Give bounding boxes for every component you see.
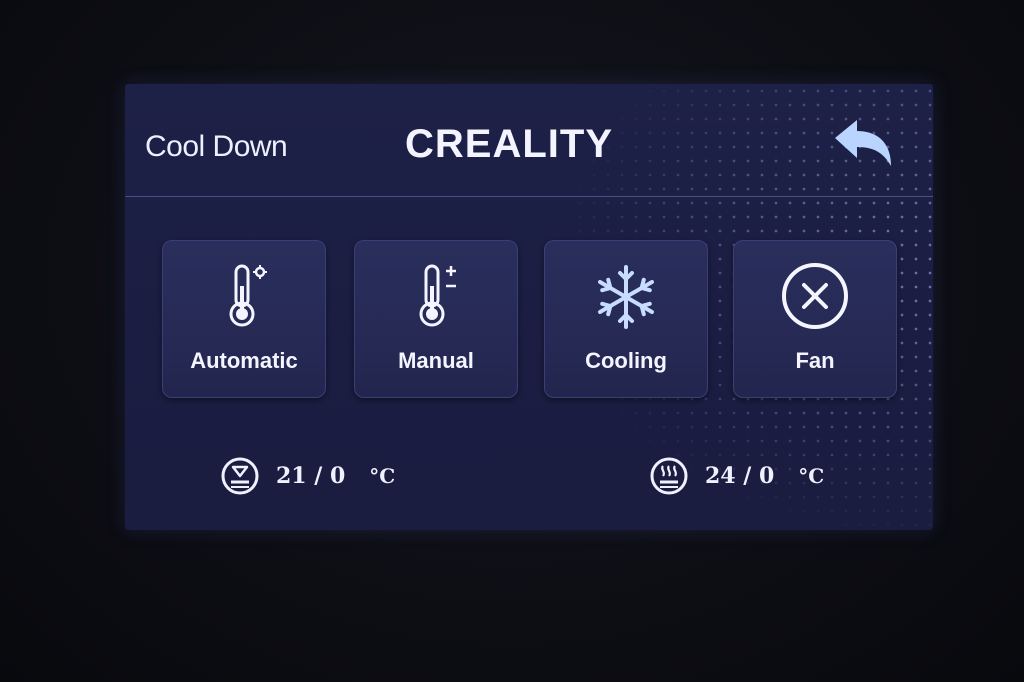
bed-temperature-value: 21 / 0 (276, 463, 346, 489)
cooling-label: Cooling (585, 348, 667, 373)
bed-temperature-icon (221, 457, 259, 495)
fan-button[interactable]: Fan (733, 240, 897, 398)
nozzle-temperature-unit: °C (798, 464, 825, 488)
creality-logo: CREALITY (405, 122, 613, 166)
fan-off-icon (782, 263, 848, 329)
manual-button[interactable]: Manual (354, 240, 518, 398)
back-arrow-icon (835, 120, 891, 166)
manual-label: Manual (398, 348, 474, 373)
header-divider (125, 196, 933, 197)
bed-temperature-readout: 21 / 0 °C (220, 456, 395, 496)
page-title: Cool Down (145, 130, 288, 163)
nozzle-temperature-readout: 24 / 0 °C (649, 456, 824, 496)
nozzle-temperature-icon (650, 457, 688, 495)
nozzle-temperature-value: 24 / 0 (705, 463, 775, 489)
thermometer-auto-icon (229, 264, 267, 327)
automatic-label: Automatic (190, 348, 298, 373)
header-bar: Cool Down CREALITY (125, 84, 933, 196)
touch-screen: Cool Down CREALITY Automatic Manual Cool… (125, 84, 933, 530)
fan-label: Fan (795, 348, 835, 373)
bed-temperature-unit: °C (369, 464, 396, 488)
snowflake-icon (598, 265, 654, 329)
back-button[interactable] (825, 116, 897, 172)
automatic-button[interactable]: Automatic (162, 240, 326, 398)
thermometer-manual-icon (419, 264, 456, 327)
cooling-button[interactable]: Cooling (544, 240, 708, 398)
